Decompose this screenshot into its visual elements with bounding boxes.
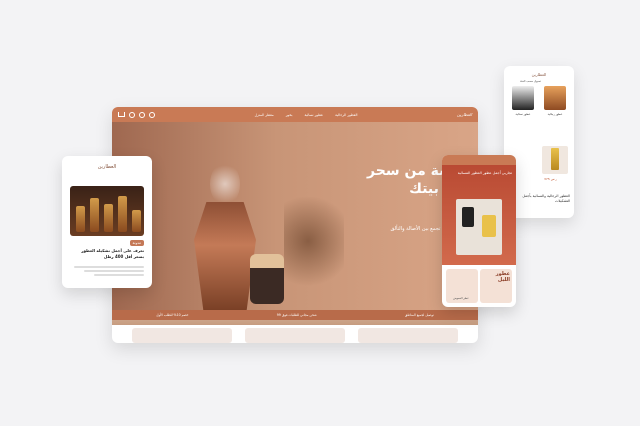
card-label: عطر الغموض bbox=[453, 296, 469, 300]
phone-logo[interactable]: العطارين bbox=[62, 164, 152, 170]
perfume-bottle-icon bbox=[551, 148, 559, 170]
promo-ticker: توصيل لجميع المناطق شحن مجاني للطلبات فو… bbox=[112, 310, 478, 320]
desktop-screenshot: العطور الرجالية عطور نسائية بخور معطر ال… bbox=[112, 107, 478, 343]
product-price: 375 ر.س bbox=[544, 177, 557, 181]
phone-header bbox=[442, 155, 516, 165]
tile-label: عطور نسائية bbox=[515, 112, 531, 116]
nav-links: العطور الرجالية عطور نسائية بخور معطر ال… bbox=[255, 113, 358, 117]
language-icon[interactable] bbox=[139, 111, 145, 118]
nav-link-incense[interactable]: بخور bbox=[286, 113, 293, 117]
search-icon[interactable] bbox=[149, 111, 155, 118]
card-title: عطور الليل bbox=[495, 271, 510, 283]
smoke-graphic bbox=[210, 162, 240, 206]
section-label: تسوق حسب الفئة bbox=[520, 79, 542, 83]
phone-logo[interactable]: العطارين bbox=[504, 72, 574, 77]
category-card[interactable] bbox=[358, 328, 458, 343]
user-icon[interactable] bbox=[129, 111, 135, 118]
ticker-item: شحن مجاني للطلبات فوق 99 bbox=[276, 313, 317, 317]
mobile-blog-screenshot: العطارين مدونة تعرف على أجمل تشكيلة العط… bbox=[62, 156, 152, 288]
blog-headline[interactable]: تعرف على أجمل تشكيلة العطور بسعر أقل 400… bbox=[70, 248, 144, 260]
ticker-item: توصيل لجميع المناطق bbox=[404, 313, 434, 317]
bottle-icon bbox=[118, 196, 127, 232]
nav-link-home[interactable]: معطر المنزل bbox=[255, 113, 274, 117]
category-card[interactable] bbox=[245, 328, 345, 343]
category-tile[interactable] bbox=[512, 86, 534, 110]
perfume-bottle-icon bbox=[462, 207, 474, 227]
perfume-bottles-image bbox=[70, 186, 144, 236]
incense-burner-image bbox=[194, 202, 256, 310]
perfume-bottle-icon bbox=[482, 215, 496, 237]
bottle-icon bbox=[76, 206, 85, 232]
hero-banner: لمسة من سحر إلى بيتك عطور فاخرة تجمع بين… bbox=[112, 122, 478, 325]
footer-text: العطور الرجالية والنسائية بأجمل التشكيلا… bbox=[522, 194, 570, 203]
bottle-icon bbox=[132, 210, 141, 232]
mobile-product-screenshot: تجاربي أجمل عطور العطور المسائية عطور ال… bbox=[442, 155, 516, 307]
text-line bbox=[94, 274, 144, 276]
bottle-icon bbox=[104, 204, 113, 232]
incense-jar-image bbox=[250, 254, 284, 304]
banner-text: تجاربي أجمل عطور العطور المسائية bbox=[457, 171, 512, 175]
dried-flower-image bbox=[284, 197, 344, 307]
bottle-icon bbox=[90, 198, 99, 232]
text-line bbox=[84, 270, 144, 272]
nav-link-men[interactable]: العطور الرجالية bbox=[335, 113, 357, 117]
nav-link-women[interactable]: عطور نسائية bbox=[304, 113, 323, 117]
category-tile[interactable] bbox=[544, 86, 566, 110]
nav-icons bbox=[118, 111, 155, 118]
text-line bbox=[74, 266, 144, 268]
blog-tag: مدونة bbox=[129, 240, 144, 246]
ticker-item: خصم 10% للطلب الأول bbox=[156, 313, 189, 317]
cart-icon[interactable] bbox=[118, 112, 125, 117]
site-logo[interactable]: العطارين bbox=[457, 112, 472, 117]
category-card[interactable] bbox=[132, 328, 232, 343]
top-nav: العطور الرجالية عطور نسائية بخور معطر ال… bbox=[112, 107, 478, 122]
tile-label: عطور رجالية bbox=[547, 112, 563, 116]
